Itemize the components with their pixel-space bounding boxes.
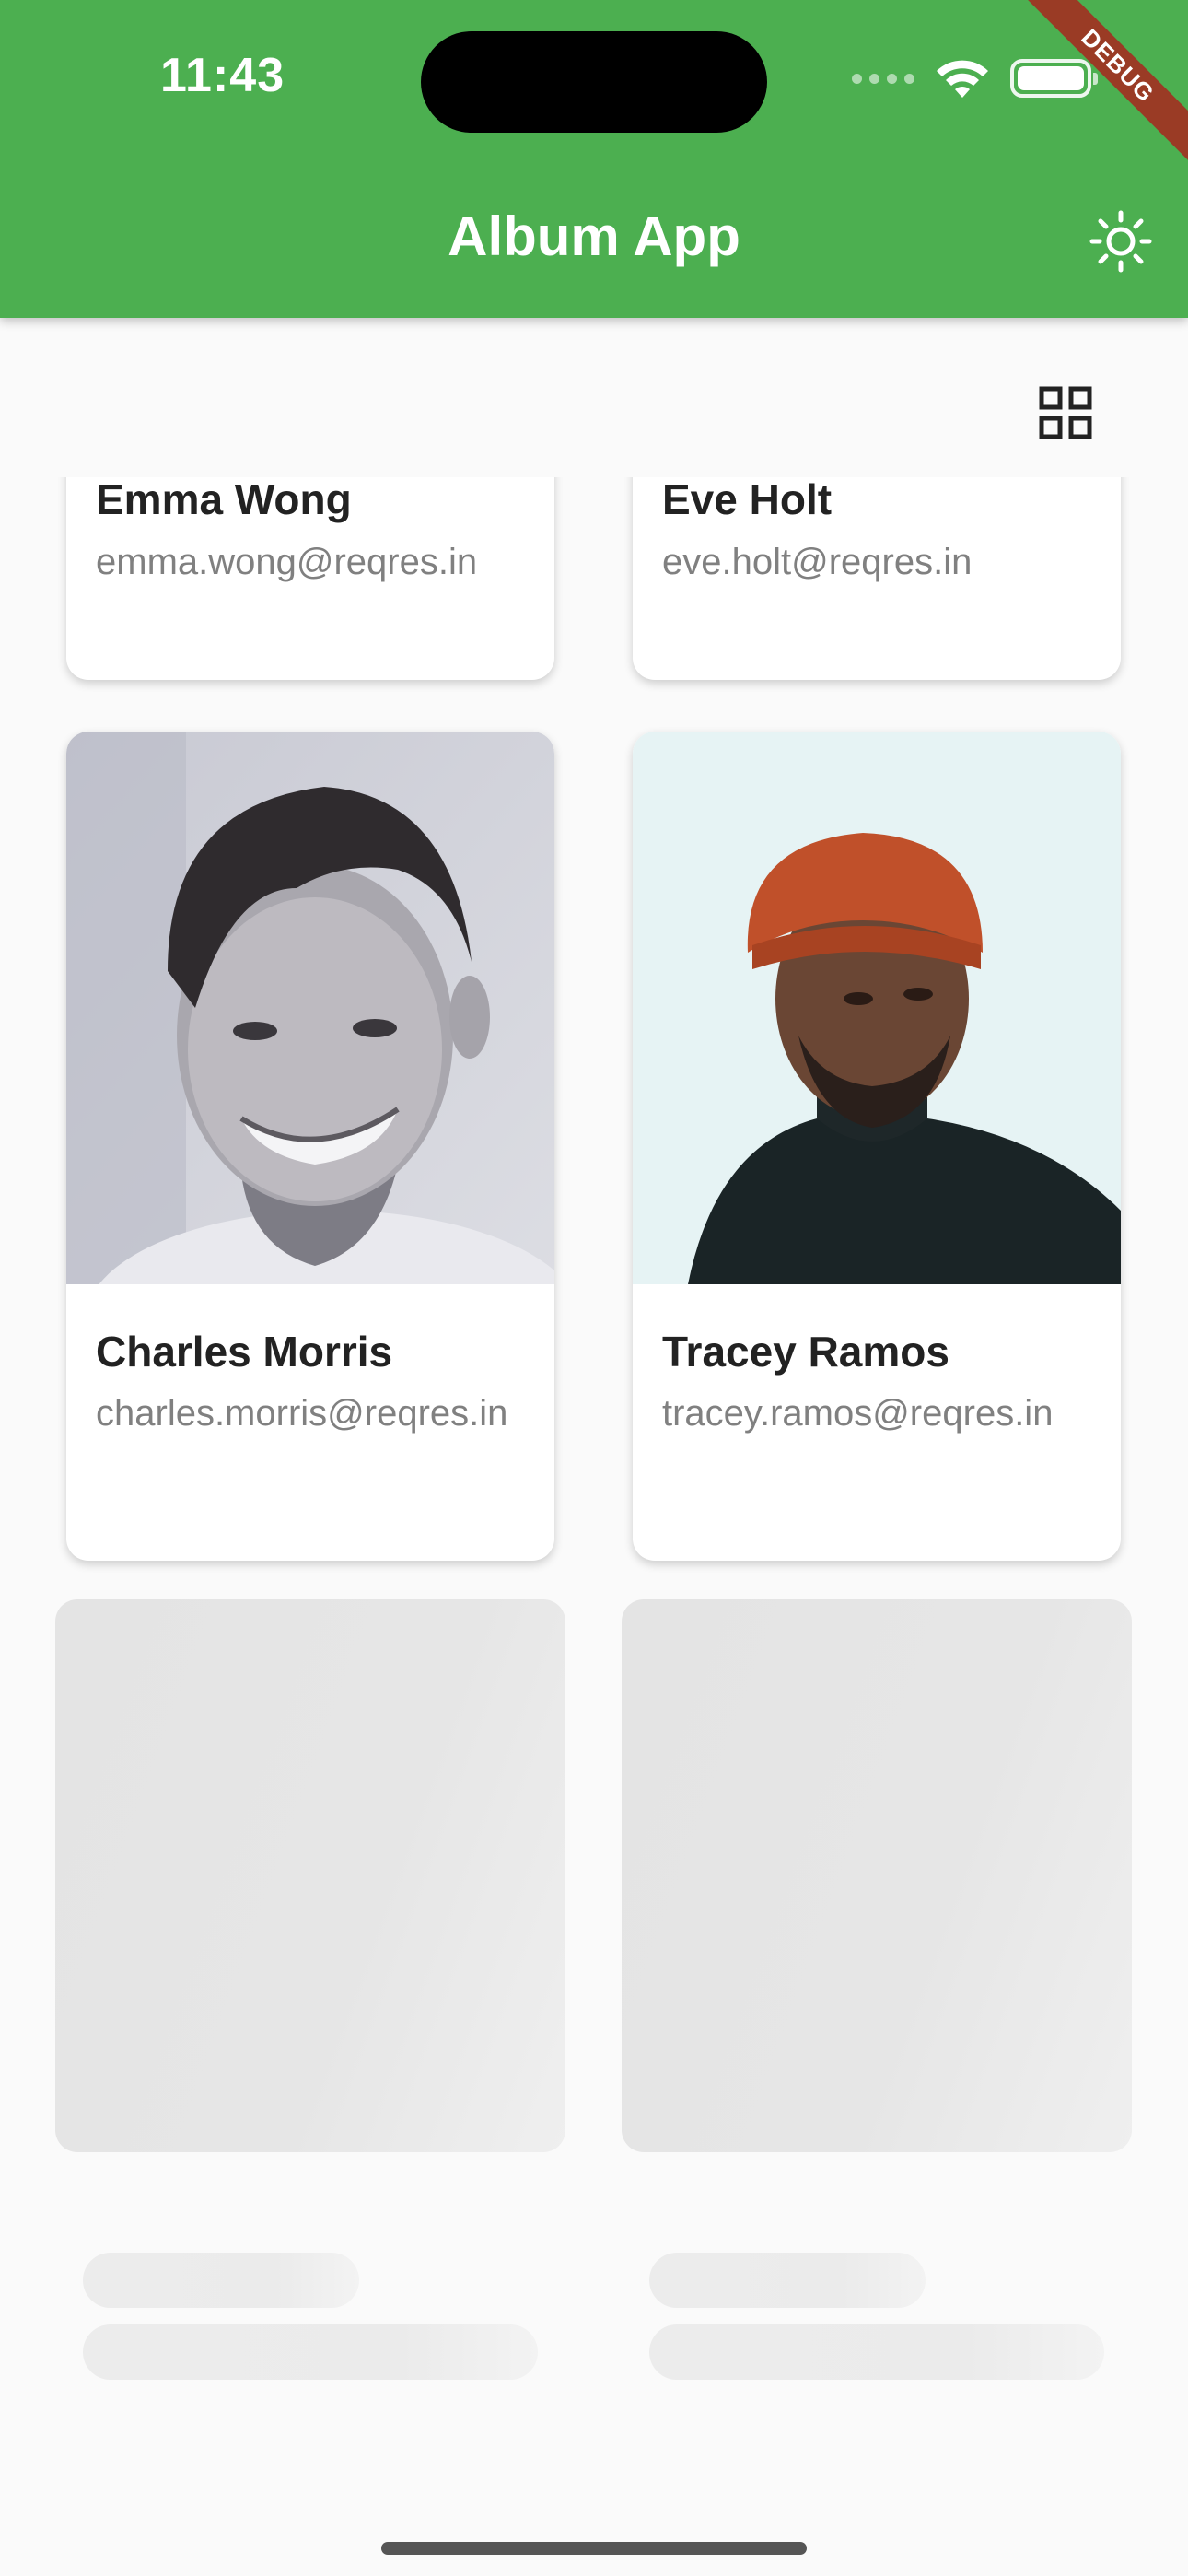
wifi-icon [937,60,988,98]
name-placeholder [649,2253,926,2308]
user-avatar-photo [66,732,554,1284]
debug-label: DEBUG [1014,0,1188,170]
grid-view-icon [1039,386,1092,439]
screen: 11:43 Album App DEBUG Emma Wong emma.won… [0,0,1188,2576]
email-placeholder [83,2324,538,2380]
page-title: Album App [448,205,740,267]
name-placeholder [83,2253,359,2308]
user-name: Tracey Ramos [662,1328,949,1376]
debug-banner: DEBUG [1004,0,1188,184]
user-email: tracey.ramos@reqres.in [662,1393,1054,1434]
image-placeholder [622,1599,1132,2152]
user-name: Emma Wong [96,477,352,523]
user-email: charles.morris@reqres.in [96,1393,508,1434]
sun-icon [1089,210,1152,273]
home-indicator[interactable] [381,2542,807,2555]
view-toggle-button[interactable] [1033,381,1098,445]
email-placeholder [649,2324,1104,2380]
user-email: emma.wong@reqres.in [96,542,478,582]
user-name: Eve Holt [662,477,833,523]
user-card[interactable]: Charles Morris charles.morris@reqres.in [66,732,554,1561]
user-name: Charles Morris [96,1328,393,1376]
theme-toggle-button[interactable] [1087,207,1155,275]
user-avatar-photo [633,732,1121,1284]
cellular-signal-icon [852,73,914,84]
user-email: eve.holt@reqres.in [662,542,973,582]
user-card[interactable]: Tracey Ramos tracey.ramos@reqres.in [633,732,1121,1561]
user-card[interactable]: Emma Wong emma.wong@reqres.in [66,477,554,680]
user-card[interactable]: Eve Holt eve.holt@reqres.in [633,477,1121,680]
dynamic-island [421,31,767,133]
image-placeholder [55,1599,565,2152]
status-time: 11:43 [160,49,285,102]
album-grid[interactable]: Emma Wong emma.wong@reqres.in Eve Holt e… [0,477,1188,2576]
